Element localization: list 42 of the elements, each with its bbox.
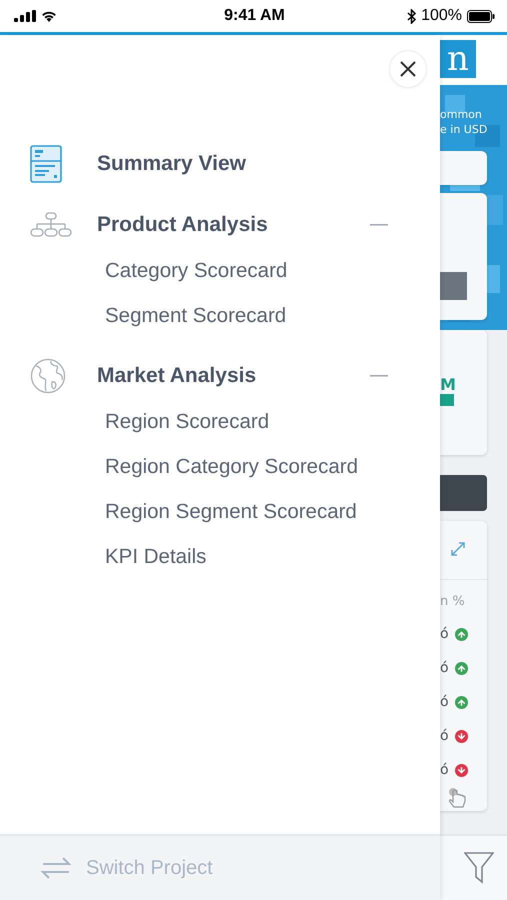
down-arrow-icon bbox=[454, 764, 468, 776]
section-header-bar bbox=[440, 475, 487, 511]
menu-section-title[interactable]: Summary View bbox=[97, 152, 388, 176]
menu-item[interactable]: Region Category Scorecard bbox=[105, 454, 358, 478]
clock-time: 9:41 AM bbox=[224, 7, 285, 25]
menu-item[interactable]: Category Scorecard bbox=[105, 258, 288, 282]
logo: n bbox=[440, 40, 476, 78]
expand-icon[interactable] bbox=[450, 541, 466, 557]
percent-value: ó bbox=[440, 694, 449, 710]
percent-value: ó bbox=[440, 626, 449, 642]
menu-item[interactable]: Segment Scorecard bbox=[105, 304, 286, 328]
bar-chart-bar bbox=[440, 272, 467, 300]
close-icon bbox=[400, 61, 416, 77]
up-arrow-icon bbox=[454, 628, 468, 640]
report-icon bbox=[30, 145, 62, 183]
bluetooth-icon bbox=[407, 8, 416, 24]
card-text: M bbox=[440, 377, 456, 393]
up-arrow-icon bbox=[454, 662, 468, 674]
menu-item[interactable]: Region Segment Scorecard bbox=[105, 500, 357, 524]
signal-icon bbox=[14, 10, 36, 22]
menu-section-title[interactable]: Product Analysis bbox=[97, 213, 370, 237]
percent-value: ó bbox=[440, 762, 449, 778]
wifi-icon bbox=[41, 10, 57, 22]
up-arrow-icon bbox=[454, 696, 468, 708]
bar-chart-bar bbox=[440, 394, 454, 406]
percent-value: ó bbox=[440, 660, 449, 676]
swap-arrows-icon bbox=[40, 855, 72, 881]
battery-icon bbox=[467, 10, 496, 22]
down-arrow-icon bbox=[454, 730, 468, 742]
menu-item[interactable]: Region Scorecard bbox=[105, 410, 270, 434]
hand-pointer-icon bbox=[448, 787, 468, 809]
globe-icon bbox=[30, 358, 66, 394]
menu-item[interactable]: KPI Details bbox=[105, 544, 206, 568]
battery-percent: 100% bbox=[421, 7, 462, 25]
menu-section-title[interactable]: Market Analysis bbox=[97, 364, 370, 388]
column-header: n % bbox=[440, 579, 487, 609]
percent-value: ó bbox=[440, 728, 449, 744]
filter-icon[interactable] bbox=[464, 852, 494, 884]
banner-text: e in USD bbox=[440, 122, 488, 137]
banner-text: ommon bbox=[440, 107, 483, 122]
close-button[interactable] bbox=[389, 50, 427, 88]
hierarchy-icon bbox=[30, 212, 72, 238]
